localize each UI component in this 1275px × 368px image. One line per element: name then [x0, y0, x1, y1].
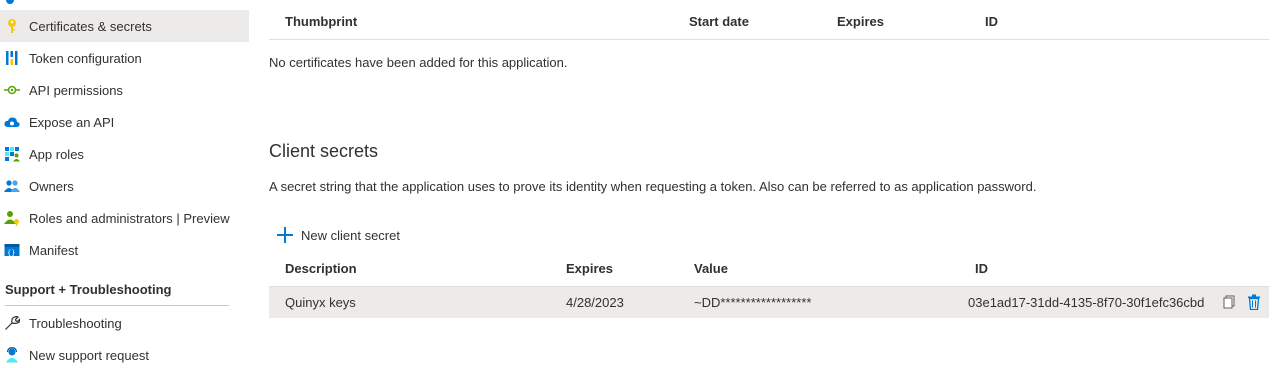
sidebar-item-label: Token configuration [29, 50, 142, 66]
column-header-start-date[interactable]: Start date [689, 14, 749, 29]
certificates-empty-message: No certificates have been added for this… [269, 55, 568, 70]
sidebar-item-certificates-secrets[interactable]: Certificates & secrets [0, 10, 249, 42]
cloud-icon [4, 114, 20, 130]
sidebar-item-roles-administrators[interactable]: Roles and administrators | Preview [0, 202, 249, 234]
sidebar-item-troubleshooting[interactable]: Troubleshooting [0, 307, 249, 339]
column-header-thumbprint[interactable]: Thumbprint [285, 14, 357, 29]
sidebar-item-api-permissions[interactable]: API permissions [0, 74, 249, 106]
column-header-expires[interactable]: Expires [566, 261, 613, 276]
divider [269, 39, 1269, 40]
secret-description: Quinyx keys [285, 295, 356, 310]
partial-icon-top [6, 0, 14, 4]
sidebar-item-expose-an-api[interactable]: Expose an API [0, 106, 249, 138]
plus-icon [277, 227, 293, 243]
wrench-icon [4, 315, 20, 331]
sidebar-item-label: API permissions [29, 82, 123, 98]
copy-icon[interactable] [1221, 294, 1237, 310]
divider [5, 305, 229, 306]
api-permissions-icon [4, 82, 20, 98]
sidebar-item-label: Expose an API [29, 114, 115, 130]
secret-expires: 4/28/2023 [566, 295, 624, 310]
roles-admin-icon [4, 210, 20, 226]
sidebar: Certificates & secrets Token configurati… [0, 0, 249, 368]
secret-value: ~DD****************** [694, 295, 812, 310]
section-description: A secret string that the application use… [269, 179, 1037, 194]
main-content: Thumbprint Start date Expires ID No cert… [269, 0, 1275, 368]
sidebar-item-label: Roles and administrators | Preview [29, 210, 230, 226]
sidebar-item-label: Certificates & secrets [29, 18, 152, 34]
sidebar-item-label: Manifest [29, 242, 79, 258]
column-header-expires[interactable]: Expires [837, 14, 884, 29]
sidebar-item-label: Owners [29, 178, 74, 194]
new-client-secret-button[interactable]: New client secret [277, 224, 400, 246]
sidebar-item-manifest[interactable]: {} Manifest [0, 234, 249, 266]
sidebar-item-label: App roles [29, 146, 84, 162]
sidebar-item-new-support-request[interactable]: New support request [0, 339, 249, 368]
sidebar-item-label: Troubleshooting [29, 315, 122, 331]
owners-icon [4, 178, 20, 194]
app-roles-icon [4, 146, 20, 162]
support-section-header: Support + Troubleshooting [5, 282, 172, 297]
column-header-id[interactable]: ID [975, 261, 988, 276]
token-icon [4, 50, 20, 66]
column-header-id[interactable]: ID [985, 14, 998, 29]
column-header-value[interactable]: Value [694, 261, 728, 276]
sidebar-item-label: New support request [29, 347, 149, 363]
manifest-icon: {} [4, 242, 20, 258]
support-person-icon [4, 347, 20, 363]
section-title: Client secrets [269, 141, 379, 161]
table-row[interactable]: Quinyx keys 4/28/2023 ~DD***************… [269, 287, 1269, 318]
key-icon [4, 18, 20, 34]
button-label: New client secret [301, 227, 400, 243]
svg-text:{}: {} [7, 249, 15, 257]
sidebar-item-token-configuration[interactable]: Token configuration [0, 42, 249, 74]
column-header-description[interactable]: Description [285, 261, 357, 276]
delete-icon[interactable] [1246, 294, 1262, 311]
secret-id: 03e1ad17-31dd-4135-8f70-30f1efc36cbd [968, 295, 1205, 310]
sidebar-item-owners[interactable]: Owners [0, 170, 249, 202]
sidebar-item-app-roles[interactable]: App roles [0, 138, 249, 170]
